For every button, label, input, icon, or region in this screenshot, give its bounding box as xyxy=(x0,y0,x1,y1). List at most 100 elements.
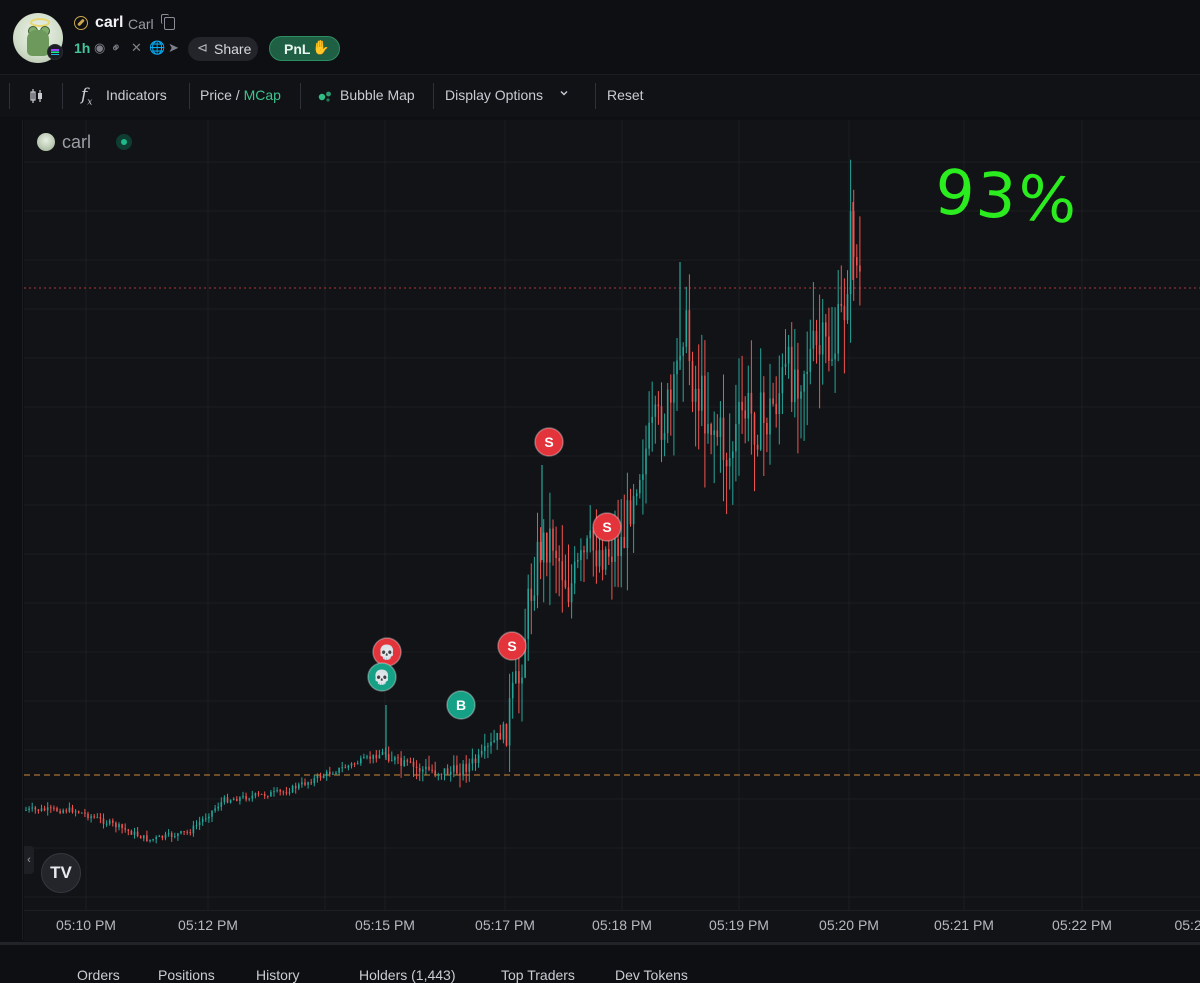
candle-body xyxy=(425,766,427,770)
candle-body xyxy=(40,808,43,811)
share-button[interactable]: ⊲ Share xyxy=(188,37,258,61)
candle-body xyxy=(229,800,232,803)
candle-body xyxy=(313,778,316,784)
token-name: Carl xyxy=(128,16,154,32)
candle-body xyxy=(471,758,474,764)
candle-body xyxy=(84,812,86,814)
candle-body xyxy=(353,763,356,765)
candlestick-type-icon[interactable] xyxy=(29,88,45,104)
candle-body xyxy=(177,833,179,837)
bottom-panel-tabs: Orders Positions History Holders (1,443)… xyxy=(0,942,1200,983)
token-symbol: carl xyxy=(95,14,124,31)
candle-body xyxy=(468,763,471,772)
candle-body xyxy=(580,550,582,561)
candle-body xyxy=(239,797,241,802)
candle-body xyxy=(121,824,123,829)
price-mcap-toggle[interactable]: Price / MCap xyxy=(200,87,281,103)
price-option[interactable]: Price xyxy=(200,87,232,103)
dev-sell-marker-label: 💀 xyxy=(378,644,395,661)
candle-body xyxy=(25,809,27,811)
candle-body xyxy=(632,496,635,525)
tradingview-logo[interactable]: TV xyxy=(41,853,81,893)
candle-body xyxy=(515,671,517,683)
candle-body xyxy=(304,782,306,785)
x-twitter-icon[interactable]: ✕ xyxy=(131,41,142,55)
reset-button[interactable]: Reset xyxy=(607,87,644,103)
candle-body xyxy=(310,782,312,784)
candle-body xyxy=(446,768,449,775)
candle-body xyxy=(294,785,297,789)
candle-body xyxy=(332,773,334,775)
candle-body xyxy=(558,558,560,562)
candle-body xyxy=(350,763,353,766)
candle-body xyxy=(34,807,37,810)
candle-body xyxy=(521,677,523,684)
candle-body xyxy=(99,817,102,819)
candle-body xyxy=(642,474,644,480)
candle-body xyxy=(155,836,157,840)
search-icon[interactable]: ◉ xyxy=(94,41,105,55)
candle-body xyxy=(722,417,725,461)
candle-body xyxy=(93,816,95,818)
telegram-icon[interactable]: ➤ xyxy=(168,41,179,55)
candle-body xyxy=(719,417,722,438)
candle-body xyxy=(533,595,536,601)
toolbar-divider xyxy=(189,83,190,109)
candle-body xyxy=(406,760,409,762)
candle-body xyxy=(136,831,139,837)
price-chart[interactable]: S S S B 💀 💀 xyxy=(24,120,1200,910)
tab-top-traders[interactable]: Top Traders xyxy=(501,967,575,983)
candle-body xyxy=(375,754,378,759)
display-options-button[interactable]: Display Options xyxy=(445,87,543,103)
candle-body xyxy=(821,322,824,355)
candle-body xyxy=(617,539,619,557)
candle-body xyxy=(28,808,30,810)
pnl-button[interactable]: PnL ✋ xyxy=(269,36,340,61)
candle-body xyxy=(273,791,275,793)
candle-body xyxy=(440,774,443,776)
candle-body xyxy=(133,831,136,835)
tab-dev-tokens[interactable]: Dev Tokens xyxy=(615,967,688,983)
token-header: carl Carl 1h ◉ ⚭ ✕ 🌐 ➤ ⊲ Share PnL ✋ xyxy=(0,0,1200,72)
indicators-button[interactable]: Indicators xyxy=(106,87,167,103)
candle-body xyxy=(809,348,812,372)
time-tick: 05:20 PM xyxy=(819,917,879,933)
bubble-map-button[interactable]: Bubble Map xyxy=(340,87,415,103)
candle-body xyxy=(105,823,108,825)
candle-body xyxy=(285,792,288,794)
candle-body xyxy=(96,817,99,819)
candle-body xyxy=(279,790,281,792)
tab-orders[interactable]: Orders xyxy=(77,967,120,983)
candle-body xyxy=(263,793,266,797)
tab-positions[interactable]: Positions xyxy=(158,967,215,983)
candle-body xyxy=(360,758,362,764)
candle-body xyxy=(369,756,371,759)
tab-history[interactable]: History xyxy=(256,967,300,983)
candle-body xyxy=(391,760,393,762)
bubble-map-icon xyxy=(318,91,331,102)
candle-body xyxy=(728,457,731,467)
candle-body xyxy=(267,796,269,798)
website-globe-icon[interactable]: 🌐 xyxy=(149,41,165,55)
chevron-down-icon[interactable] xyxy=(560,89,568,97)
copy-icon[interactable] xyxy=(161,14,175,30)
dev-buy-marker-label: 💀 xyxy=(373,669,390,686)
candle-body xyxy=(843,305,846,321)
link-icon[interactable]: ⚭ xyxy=(107,38,125,56)
candle-body xyxy=(784,363,787,368)
candle-body xyxy=(90,816,92,818)
candle-body xyxy=(586,538,588,553)
candle-body xyxy=(608,549,610,557)
candle-body xyxy=(449,771,452,775)
tab-holders[interactable]: Holders (1,443) xyxy=(359,967,456,983)
candle-body xyxy=(223,797,226,803)
collapse-sidebar-button[interactable]: ‹ xyxy=(24,846,34,874)
candle-body xyxy=(415,766,418,768)
candle-body xyxy=(270,792,272,797)
sell-marker-label: S xyxy=(544,434,553,450)
candle-body xyxy=(859,265,861,272)
mcap-option[interactable]: MCap xyxy=(244,87,281,103)
candle-body xyxy=(43,808,46,811)
sell-marker-label: S xyxy=(507,638,516,654)
candle-body xyxy=(707,423,709,434)
